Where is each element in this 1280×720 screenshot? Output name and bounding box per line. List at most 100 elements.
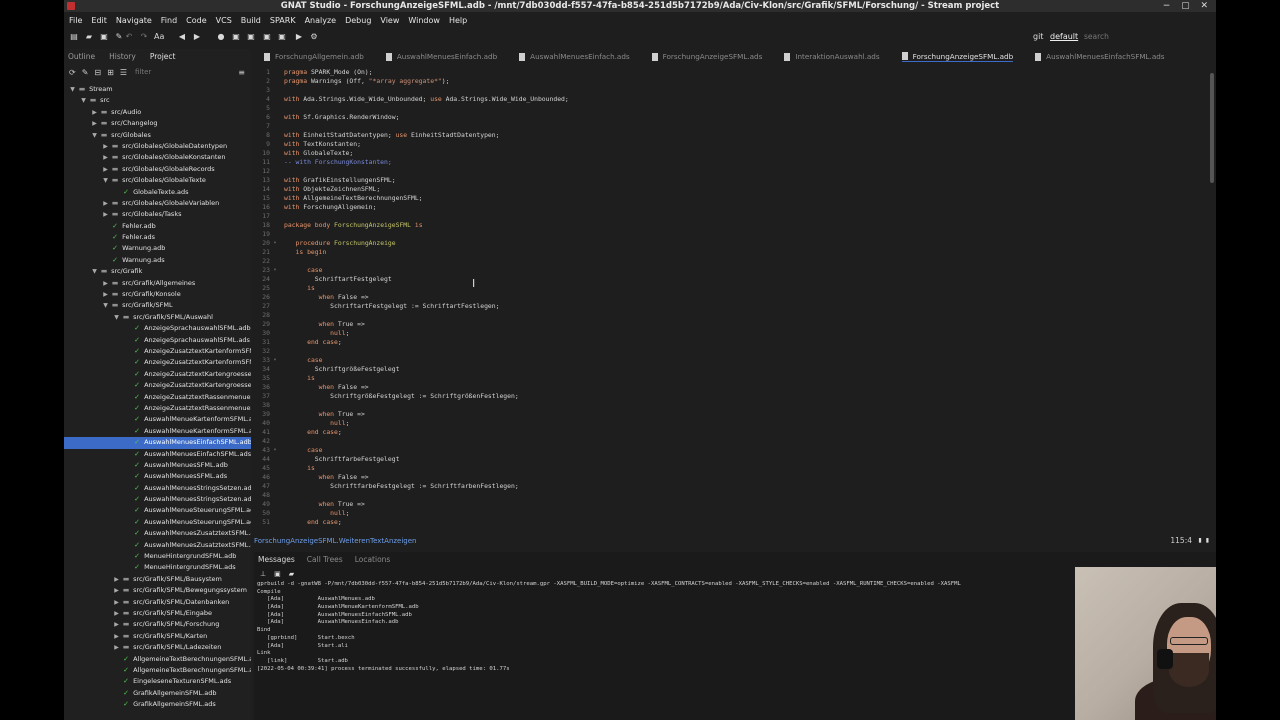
code-line[interactable]: 31 end case; bbox=[254, 338, 1216, 347]
window-controls[interactable]: − ▢ ✕ bbox=[1163, 0, 1212, 12]
editor-tab[interactable]: AuswahlMenuesEinfach.ads bbox=[519, 52, 630, 61]
menu-debug[interactable]: Debug bbox=[345, 16, 371, 25]
menu-find[interactable]: Find bbox=[161, 16, 177, 25]
chevron-right-icon[interactable]: ▶ bbox=[112, 597, 121, 608]
open-folder-icon[interactable]: ▰ bbox=[84, 32, 94, 42]
code-line[interactable]: 47 SchriftfarbeFestgelegt := Schriftfarb… bbox=[254, 482, 1216, 491]
tab-messages[interactable]: Messages bbox=[258, 555, 295, 564]
code-line[interactable]: 18 package body ForschungAnzeigeSFML is bbox=[254, 221, 1216, 230]
tab-call-trees[interactable]: Call Trees bbox=[307, 555, 343, 564]
tree-file[interactable]: ✓ AnzeigeZusatztextKartenformSFM bbox=[64, 346, 251, 357]
code-line[interactable]: 27 SchriftartFestgelegt := SchriftartFes… bbox=[254, 302, 1216, 311]
fold-chevron-icon[interactable]: ▾ bbox=[270, 239, 280, 248]
forward-icon[interactable]: ▶ bbox=[192, 32, 202, 42]
tree-folder[interactable]: ▶ ▬ src/Grafik/Konsole bbox=[64, 289, 251, 300]
tree-folder[interactable]: ▼ ▬ src/Grafik bbox=[64, 266, 251, 277]
tree-folder[interactable]: ▶ ▬ src/Globales/GlobaleRecords bbox=[64, 164, 251, 175]
save-icon[interactable]: ▣ bbox=[99, 32, 109, 42]
code-line[interactable]: 28 bbox=[254, 311, 1216, 320]
tree-folder[interactable]: ▶ ▬ src/Grafik/SFML/Eingabe bbox=[64, 608, 251, 619]
tree-file[interactable]: ✓ AllgemeineTextBerechnungenSFML.ad bbox=[64, 665, 251, 676]
tree-folder[interactable]: ▼ ▬ src bbox=[64, 95, 251, 106]
code-line[interactable]: 17 bbox=[254, 212, 1216, 221]
menu-analyze[interactable]: Analyze bbox=[305, 16, 337, 25]
tab-locations[interactable]: Locations bbox=[355, 555, 391, 564]
list-icon[interactable]: ☰ bbox=[120, 68, 127, 77]
run-icon[interactable]: ▶ bbox=[294, 32, 304, 42]
code-line[interactable]: 44 SchriftfarbeFestgelegt bbox=[254, 455, 1216, 464]
code-line[interactable]: 10 with GlobaleTexte; bbox=[254, 149, 1216, 158]
chevron-down-icon[interactable]: ▼ bbox=[90, 266, 99, 277]
tree-folder[interactable]: ▼ ▬ src/Grafik/SFML/Auswahl bbox=[64, 312, 251, 323]
editor-tab[interactable]: ForschungAnzeigeSFML.adb bbox=[901, 52, 1014, 62]
code-line[interactable]: 35 is bbox=[254, 374, 1216, 383]
tree-folder[interactable]: ▶ ▬ src/Globales/Tasks bbox=[64, 209, 251, 220]
chevron-right-icon[interactable]: ▶ bbox=[101, 289, 110, 300]
tree-folder[interactable]: ▼ ▬ src/Globales/GlobaleTexte bbox=[64, 175, 251, 186]
menu-build[interactable]: Build bbox=[241, 16, 261, 25]
tree-folder[interactable]: ▶ ▬ src/Grafik/SFML/Datenbanken bbox=[64, 597, 251, 608]
code-view[interactable]: 1 pragma SPARK_Mode (On); 2 pragma Warnings… bbox=[254, 68, 1216, 534]
tab-outline[interactable]: Outline bbox=[68, 52, 95, 61]
code-line[interactable]: 24 SchriftartFestgelegt bbox=[254, 275, 1216, 284]
tab-history[interactable]: History bbox=[109, 52, 136, 61]
chevron-right-icon[interactable]: ▶ bbox=[112, 631, 121, 642]
tree-folder[interactable]: ▶ ▬ src/Grafik/SFML/Ladezeiten bbox=[64, 642, 251, 653]
chevron-down-icon[interactable]: ▼ bbox=[79, 95, 88, 106]
fold-chevron-icon[interactable]: ▾ bbox=[270, 446, 280, 455]
tree-folder[interactable]: ▶ ▬ src/Globales/GlobaleKonstanten bbox=[64, 152, 251, 163]
code-line[interactable]: 4 with Ada.Strings.Wide_Wide_Unbounded; u… bbox=[254, 95, 1216, 104]
font-icon[interactable]: Aa bbox=[154, 32, 164, 42]
code-line[interactable]: 29 when True => bbox=[254, 320, 1216, 329]
fold-chevron-icon[interactable]: ▾ bbox=[270, 356, 280, 365]
editor-tab[interactable]: AuswahlMenuesEinfach.adb bbox=[385, 52, 497, 61]
debug-icon[interactable]: ⚙ bbox=[309, 32, 319, 42]
tree-file[interactable]: ✓ AnzeigeZusatztextKartenformSFM bbox=[64, 357, 251, 368]
tree-file[interactable]: ✓ AllgemeineTextBerechnungenSFML.ad bbox=[64, 654, 251, 665]
code-line[interactable]: 19 bbox=[254, 230, 1216, 239]
tree-folder[interactable]: ▶ ▬ src/Grafik/SFML/Bewegungssystem bbox=[64, 585, 251, 596]
tree-file[interactable]: ✓ AuswahlMenuesZusatztextSFML.ad bbox=[64, 528, 251, 539]
tree-file[interactable]: ✓ MenueHintergrundSFML.ads bbox=[64, 562, 251, 573]
code-line[interactable]: 22 bbox=[254, 257, 1216, 266]
tree-file[interactable]: ✓ GlobaleTexte.ads bbox=[64, 187, 251, 198]
editor-tab[interactable]: ForschungAllgemein.adb bbox=[264, 52, 364, 61]
tree-file[interactable]: ✓ AnzeigeZusatztextRassenmenueSF bbox=[64, 403, 251, 414]
chevron-right-icon[interactable]: ▶ bbox=[112, 608, 121, 619]
tree-file[interactable]: ✓ AuswahlMenuesEinfachSFML.adb bbox=[64, 437, 251, 449]
redo-icon[interactable]: ↷ bbox=[139, 32, 149, 42]
code-line[interactable]: 12 bbox=[254, 167, 1216, 176]
new-file-icon[interactable]: ▤ bbox=[69, 32, 79, 42]
chevron-right-icon[interactable]: ▶ bbox=[101, 209, 110, 220]
editor-tab[interactable]: ForschungAnzeigeSFML.ads bbox=[651, 52, 762, 61]
code-line[interactable]: 40 null; bbox=[254, 419, 1216, 428]
tree-file[interactable]: ✓ Warnung.adb bbox=[64, 243, 251, 254]
tree-folder[interactable]: ▶ ▬ src/Grafik/Allgemeines bbox=[64, 278, 251, 289]
tree-file[interactable]: ✓ EingeleseneTexturenSFML.ads bbox=[64, 676, 251, 687]
chevron-down-icon[interactable]: ▼ bbox=[101, 175, 110, 186]
tree-file[interactable]: ✓ AnzeigeZusatztextKartengroesse bbox=[64, 380, 251, 391]
fold-chevron-icon[interactable]: ▾ bbox=[270, 266, 280, 275]
code-line[interactable]: 9 with TextKonstanten; bbox=[254, 140, 1216, 149]
menu-spark[interactable]: SPARK bbox=[270, 16, 296, 25]
tree-folder[interactable]: ▶ ▬ src/Audio bbox=[64, 107, 251, 118]
chevron-right-icon[interactable]: ▶ bbox=[101, 198, 110, 209]
refresh-icon[interactable]: ⟳ bbox=[69, 68, 76, 77]
tree-file[interactable]: ✓ Fehler.ads bbox=[64, 232, 251, 243]
code-line[interactable]: 32 bbox=[254, 347, 1216, 356]
code-line[interactable]: 39 when True => bbox=[254, 410, 1216, 419]
code-line[interactable]: 46 when False => bbox=[254, 473, 1216, 482]
tree-file[interactable]: ✓ AnzeigeZusatztextRassenmenueSF bbox=[64, 392, 251, 403]
tree-folder[interactable]: ▶ ▬ src/Grafik/SFML/Karten bbox=[64, 631, 251, 642]
editor-tab[interactable]: AuswahlMenuesEinfachSFML.ads bbox=[1035, 52, 1165, 61]
editor-tab[interactable]: InteraktionAuswahl.ads bbox=[784, 52, 880, 61]
chevron-right-icon[interactable]: ▶ bbox=[112, 642, 121, 653]
menu-window[interactable]: Window bbox=[408, 16, 440, 25]
back-icon[interactable]: ◀ bbox=[177, 32, 187, 42]
menu-code[interactable]: Code bbox=[186, 16, 206, 25]
code-line[interactable]: 13 with GrafikEinstellungenSFML; bbox=[254, 176, 1216, 185]
chevron-right-icon[interactable]: ▶ bbox=[90, 118, 99, 129]
code-line[interactable]: 33 ▾ case bbox=[254, 356, 1216, 365]
tree-file[interactable]: ✓ GrafikAllgemeinSFML.ads bbox=[64, 699, 251, 710]
editor-scrollbar[interactable] bbox=[1210, 73, 1214, 183]
